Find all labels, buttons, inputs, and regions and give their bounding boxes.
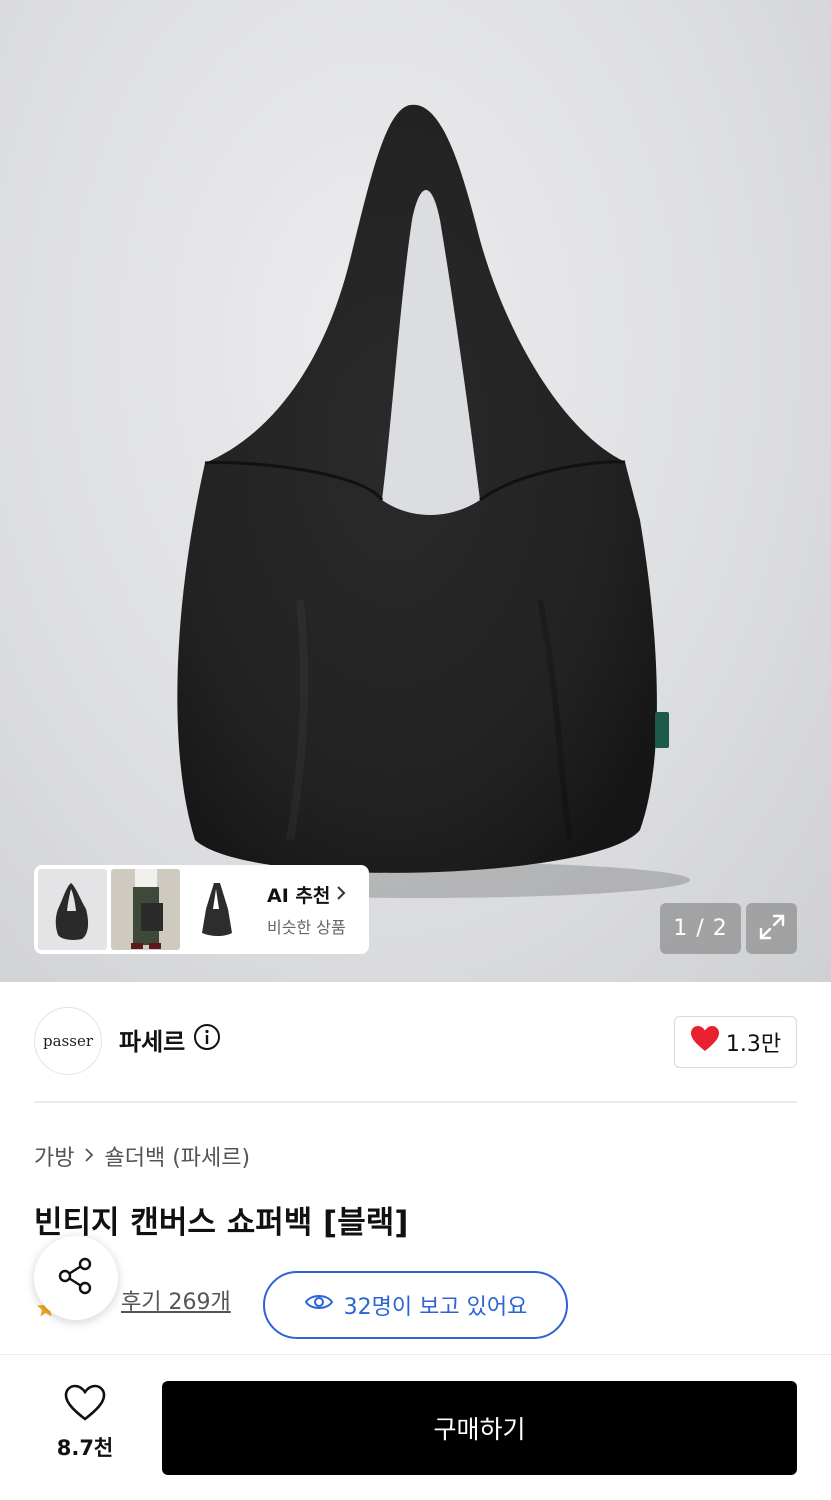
expand-image-button[interactable]: [746, 903, 797, 954]
brand-name-link[interactable]: 파세르: [119, 1022, 221, 1057]
viewers-badge: 32명이 보고 있어요: [263, 1271, 568, 1339]
breadcrumb: 가방 숄더백 (파세르): [34, 1140, 250, 1172]
chevron-right-icon: [336, 884, 346, 906]
product-photo-tote-bag: [150, 104, 690, 898]
buy-button[interactable]: 구매하기: [162, 1381, 797, 1475]
share-button[interactable]: [34, 1236, 118, 1320]
ai-recommend-card[interactable]: AI 추천 비슷한 상품: [34, 865, 369, 954]
breadcrumb-item-subcategory[interactable]: 숄더백 (파세르): [104, 1140, 250, 1172]
chevron-right-icon: [84, 1144, 94, 1169]
info-icon[interactable]: [193, 1023, 221, 1057]
breadcrumb-item-category[interactable]: 가방: [34, 1140, 74, 1172]
eye-icon: [304, 1292, 334, 1318]
recommend-thumb-3[interactable]: [184, 869, 253, 950]
wishlist-button[interactable]: 8.7천: [46, 1384, 124, 1462]
share-icon: [55, 1255, 97, 1301]
recommend-thumb-2[interactable]: [111, 869, 180, 950]
expand-icon: [757, 912, 787, 946]
wishlist-count: 8.7천: [56, 1436, 114, 1460]
divider: [34, 1101, 797, 1103]
brand-logo[interactable]: passer: [34, 1007, 102, 1075]
brand-logo-text: passer: [43, 1032, 93, 1050]
product-title: 빈티지 캔버스 쇼퍼백 [블랙]: [34, 1205, 409, 1241]
review-link[interactable]: 후기 269개: [121, 1284, 231, 1316]
heart-outline-icon: [64, 1384, 106, 1426]
product-image-gallery[interactable]: AI 추천 비슷한 상품 1 / 2: [0, 0, 831, 982]
ai-recommend-title: AI 추천: [267, 885, 331, 907]
heart-icon: [690, 1025, 720, 1059]
viewers-label: 32명이 보고 있어요: [343, 1295, 528, 1320]
recommend-thumb-1[interactable]: [38, 869, 107, 950]
image-page-indicator: 1 / 2: [660, 903, 741, 954]
brand-name: 파세르: [119, 1028, 186, 1056]
ai-recommend-subtitle: 비슷한 상품: [267, 918, 346, 937]
brand-like-count: 1.3만: [725, 1032, 782, 1057]
brand-like-button[interactable]: 1.3만: [674, 1016, 797, 1068]
